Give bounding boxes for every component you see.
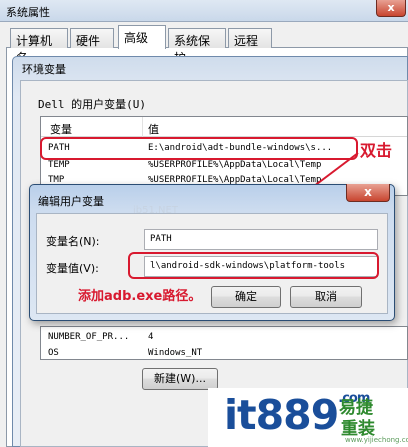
system-var-name[interactable]: NUMBER_OF_PR... <box>48 332 129 342</box>
system-var-name[interactable]: OS <box>48 348 59 358</box>
close-icon: x <box>387 1 395 14</box>
cancel-button[interactable]: 取消 <box>290 286 362 308</box>
tab-remote[interactable]: 远程 <box>228 28 272 48</box>
user-vars-group-title: Dell 的用户变量(U) <box>38 98 146 111</box>
var-value-highlight <box>128 252 379 279</box>
user-var-value[interactable]: %USERPROFILE%\AppData\Local\Temp <box>148 160 321 170</box>
ok-button[interactable]: 确定 <box>211 286 281 308</box>
system-var-value[interactable]: 4 <box>148 332 153 342</box>
watermark-brand: it889 <box>224 391 339 439</box>
window-titlebar <box>0 0 408 22</box>
user-vars-list-header <box>41 117 407 137</box>
close-icon: x <box>364 185 372 199</box>
window-title: 系统属性 <box>6 6 50 19</box>
var-value-label: 变量值(V): <box>46 262 99 275</box>
var-name-input[interactable]: PATH <box>144 229 378 250</box>
new-system-var-button[interactable]: 新建(W)... <box>142 368 218 390</box>
system-var-value[interactable]: Windows_NT <box>148 348 202 358</box>
var-name-label: 变量名(N): <box>46 235 100 248</box>
add-path-annotation: 添加adb.exe路径。 <box>78 289 202 304</box>
column-header-name[interactable]: 变量 <box>50 121 72 137</box>
watermark-url: www.yijiechong.com <box>345 436 408 444</box>
column-separator[interactable] <box>142 117 143 137</box>
tab-advanced[interactable]: 高级 <box>118 25 166 49</box>
tab-system-protection[interactable]: 系统保护 <box>168 28 226 65</box>
user-var-name[interactable]: TEMP <box>48 160 70 170</box>
tab-computer-name[interactable]: 计算机名 <box>10 28 68 65</box>
double-click-annotation: 双击 <box>360 141 393 160</box>
window-close-button[interactable]: x <box>376 0 406 17</box>
edit-dialog-close-button[interactable]: x <box>346 184 390 202</box>
tab-hardware[interactable]: 硬件 <box>70 28 114 48</box>
env-dialog-title: 环境变量 <box>22 63 66 76</box>
column-header-value[interactable]: 值 <box>148 121 159 137</box>
path-row-highlight <box>40 137 358 160</box>
edit-dialog-title: 编辑用户变量 <box>38 195 104 208</box>
